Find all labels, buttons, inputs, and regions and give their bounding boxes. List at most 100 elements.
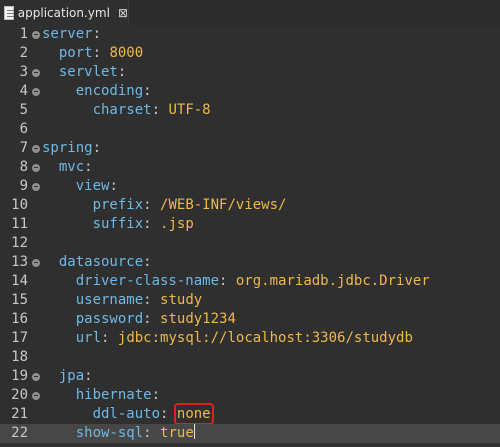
code-editor[interactable]: 1 server: 2 port: 8000 3 servlet: 4 encoding… xyxy=(0,25,500,447)
yaml-key: servlet xyxy=(58,64,118,80)
line-number: 5 xyxy=(19,102,28,118)
fold-collapse-icon[interactable] xyxy=(31,30,41,40)
code-line[interactable]: 15 username: study xyxy=(0,291,500,310)
code-line[interactable]: 11 suffix: .jsp xyxy=(0,215,500,234)
tab-application-yml[interactable]: application.yml ⊠ xyxy=(0,0,129,25)
yaml-file-icon xyxy=(4,5,14,20)
yaml-key: driver-class-name xyxy=(75,273,220,289)
code-text: driver-class-name: org.mariadb.jdbc.Driv… xyxy=(42,272,430,291)
yaml-value: study1234 xyxy=(160,311,236,327)
yaml-key: charset xyxy=(92,102,152,118)
yaml-key: prefix xyxy=(92,197,144,213)
fold-collapse-icon[interactable] xyxy=(31,182,41,192)
code-text: server: xyxy=(42,25,101,44)
code-line[interactable]: 12 xyxy=(0,234,500,253)
fold-collapse-icon[interactable] xyxy=(31,372,41,382)
yaml-key: ddl-auto xyxy=(92,406,161,422)
fold-collapse-icon[interactable] xyxy=(31,391,41,401)
yaml-key: username xyxy=(75,292,144,308)
line-number: 15 xyxy=(11,292,28,308)
code-text: view: xyxy=(42,177,118,196)
code-text: hibernate: xyxy=(42,386,160,405)
code-line[interactable]: 17 url: jdbc:mysql://localhost:3306/stud… xyxy=(0,329,500,348)
fold-collapse-icon[interactable] xyxy=(31,163,41,173)
yaml-key: view xyxy=(75,178,110,194)
yaml-colon: : xyxy=(143,254,152,270)
code-line[interactable]: 10 prefix: /WEB-INF/views/ xyxy=(0,196,500,215)
fold-collapse-icon[interactable] xyxy=(31,68,41,78)
line-number: 21 xyxy=(11,406,28,422)
code-text: datasource: xyxy=(42,253,152,272)
yaml-value: /WEB-INF/views/ xyxy=(160,197,287,213)
line-number: 1 xyxy=(19,26,28,42)
yaml-colon: : xyxy=(219,273,228,289)
yaml-colon: : xyxy=(92,140,102,156)
yaml-colon: : xyxy=(143,197,152,213)
line-number: 4 xyxy=(19,83,28,99)
code-line[interactable]: 13 datasource: xyxy=(0,253,500,272)
code-line[interactable]: 6 xyxy=(0,120,500,139)
code-line[interactable]: 16 password: study1234 xyxy=(0,310,500,329)
code-line[interactable]: 20 hibernate: xyxy=(0,386,500,405)
yaml-value: true xyxy=(160,425,194,441)
code-line[interactable]: 3 servlet: xyxy=(0,63,500,82)
code-line[interactable]: 2 port: 8000 xyxy=(0,44,500,63)
code-text: ddl-auto: none xyxy=(42,403,214,425)
yaml-key: datasource xyxy=(58,254,144,270)
line-number: 20 xyxy=(11,387,28,403)
line-number: 16 xyxy=(11,311,28,327)
code-line[interactable]: 4 encoding: xyxy=(0,82,500,101)
code-line[interactable]: 1 server: xyxy=(0,25,500,44)
yaml-colon: : xyxy=(143,425,152,441)
yaml-key: mvc xyxy=(58,159,85,175)
code-line[interactable]: 5 charset: UTF-8 xyxy=(0,101,500,120)
line-number: 12 xyxy=(11,235,28,251)
yaml-value: UTF-8 xyxy=(168,102,211,118)
yaml-colon: : xyxy=(109,178,118,194)
yaml-colon: : xyxy=(92,45,102,61)
yaml-colon: : xyxy=(160,406,169,422)
yaml-value: org.mariadb.jdbc.Driver xyxy=(235,273,430,289)
code-line[interactable]: 21 ddl-auto: none xyxy=(0,403,500,425)
code-line[interactable]: 19 jpa: xyxy=(0,367,500,386)
code-line[interactable]: 22 show-sql: true xyxy=(0,424,500,443)
code-line[interactable]: 7 spring: xyxy=(0,139,500,158)
fold-collapse-icon[interactable] xyxy=(31,87,41,97)
code-line[interactable]: 9 view: xyxy=(0,177,500,196)
code-line[interactable]: 18 xyxy=(0,348,500,367)
yaml-value: study xyxy=(160,292,203,308)
close-icon[interactable]: ⊠ xyxy=(118,6,128,20)
line-number: 10 xyxy=(11,197,28,213)
code-text: spring: xyxy=(42,139,101,158)
fold-collapse-icon[interactable] xyxy=(31,144,41,154)
line-number: 11 xyxy=(11,216,28,232)
yaml-value: 8000 xyxy=(109,45,144,61)
code-line[interactable]: 14 driver-class-name: org.mariadb.jdbc.D… xyxy=(0,272,500,291)
line-number: 14 xyxy=(11,273,28,289)
code-text: mvc: xyxy=(42,158,93,177)
fold-collapse-icon[interactable] xyxy=(31,258,41,268)
yaml-value: jdbc:mysql://localhost:3306/studydb xyxy=(117,330,413,346)
code-line[interactable]: 8 mvc: xyxy=(0,158,500,177)
line-number: 19 xyxy=(11,368,28,384)
yaml-colon: : xyxy=(101,330,110,346)
line-number: 2 xyxy=(19,45,28,61)
line-number: 3 xyxy=(19,64,28,80)
yaml-key: jpa xyxy=(58,368,85,384)
yaml-colon: : xyxy=(92,26,102,42)
yaml-key: url xyxy=(75,330,102,346)
code-text: password: study1234 xyxy=(42,310,236,329)
yaml-colon: : xyxy=(143,216,152,232)
code-text: username: study xyxy=(42,291,202,310)
highlighted-value: none xyxy=(173,403,214,425)
line-number: 6 xyxy=(19,121,28,137)
code-text: jpa: xyxy=(42,367,93,386)
yaml-key: password xyxy=(75,311,144,327)
